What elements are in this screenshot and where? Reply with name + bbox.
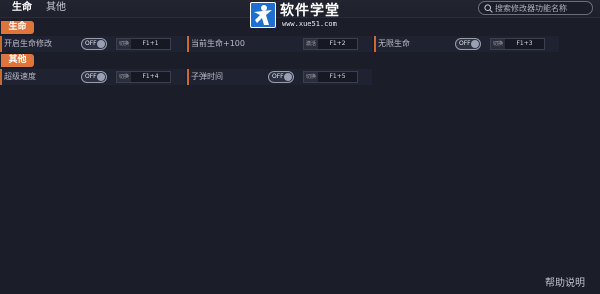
cheat-label: 开启生命修改 (4, 39, 52, 48)
logo-subtitle: www.xue51.com (282, 20, 337, 28)
tab-other[interactable]: 其他 (46, 2, 66, 14)
hotkey-keys: F1+2 (329, 40, 346, 47)
search-icon (484, 4, 493, 13)
section-label-life: 生命 (1, 21, 34, 34)
hotkey-keys: F1+5 (329, 73, 346, 80)
search-field[interactable] (478, 1, 593, 15)
cheat-label: 子弹时间 (191, 72, 223, 81)
hotkey-action: 切换 (304, 72, 318, 82)
cheat-row-bullet-time: 子弹时间 OFF 切换 F1+5 (187, 69, 372, 85)
cheat-row-super-speed: 超级速度 OFF 切换 F1+4 (0, 69, 185, 85)
toggle-knob (471, 40, 479, 48)
cheat-row-enable-life: 开启生命修改 OFF 切换 F1+1 (0, 36, 185, 52)
logo-icon (250, 2, 276, 28)
cheat-label: 超级速度 (4, 72, 36, 81)
hotkey-keys: F1+4 (142, 73, 159, 80)
hotkey-action: 切换 (117, 39, 131, 49)
hotkey-box[interactable]: 切换 F1+3 (490, 38, 545, 50)
logo-title: 软件学堂 (280, 3, 340, 19)
tab-life[interactable]: 生命 (12, 2, 32, 14)
toggle-knob (97, 40, 105, 48)
hotkey-action: 切换 (117, 72, 131, 82)
toggle-switch[interactable]: OFF (81, 38, 107, 50)
hotkey-box[interactable]: 激活 F1+2 (303, 38, 358, 50)
hotkey-keys: F1+3 (516, 40, 533, 47)
section-label-other: 其他 (1, 54, 34, 67)
hotkey-box[interactable]: 切换 F1+1 (116, 38, 171, 50)
toggle-switch[interactable]: OFF (81, 71, 107, 83)
hotkey-box[interactable]: 切换 F1+4 (116, 71, 171, 83)
hotkey-box[interactable]: 切换 F1+5 (303, 71, 358, 83)
toggle-knob (97, 73, 105, 81)
toggle-switch[interactable]: OFF (455, 38, 481, 50)
hotkey-action: 切换 (491, 39, 505, 49)
cheat-row-infinite-life: 无限生命 OFF 切换 F1+3 (374, 36, 559, 52)
cheat-label: 无限生命 (378, 39, 410, 48)
cheat-label: 当前生命+100 (191, 39, 245, 48)
help-link[interactable]: 帮助说明 (545, 278, 585, 290)
toggle-switch[interactable]: OFF (268, 71, 294, 83)
search-input[interactable] (495, 2, 591, 14)
site-logo: 软件学堂 www.xue51.com (250, 2, 360, 34)
cheat-row-add-life: 当前生命+100 激活 F1+2 (187, 36, 372, 52)
hotkey-action: 激活 (304, 39, 318, 49)
toggle-knob (284, 73, 292, 81)
hotkey-keys: F1+1 (142, 40, 159, 47)
